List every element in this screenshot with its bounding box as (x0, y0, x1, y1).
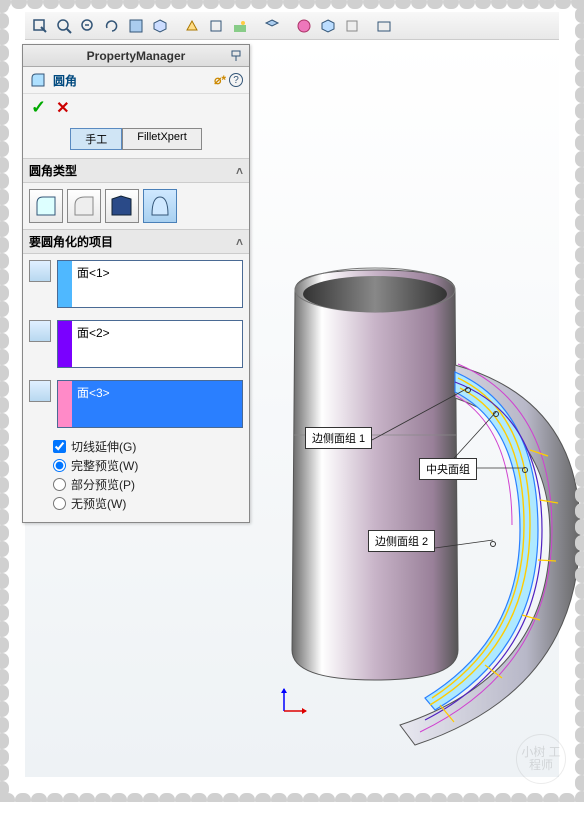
opt-none-label: 无预览(W) (71, 495, 126, 512)
type-constant-icon[interactable] (29, 189, 63, 223)
property-manager-panel: PropertyManager 圆角 ⌀* ? ✓ ✕ 手工 FilletXpe… (22, 44, 250, 523)
ok-button[interactable]: ✓ (31, 97, 46, 118)
section-items-label: 要圆角化的项目 (29, 233, 113, 250)
face-set-2-icon[interactable] (29, 320, 51, 342)
tab-manual[interactable]: 手工 (70, 128, 122, 150)
help-hint-icon[interactable]: ⌀* (214, 73, 226, 87)
callout-side2[interactable]: 边侧面组 2 (368, 530, 435, 552)
hide-show-icon[interactable] (261, 15, 283, 37)
display-style2-icon[interactable] (205, 15, 227, 37)
opt-none[interactable]: 无预览(W) (53, 495, 243, 512)
apply-scene-icon[interactable] (317, 15, 339, 37)
chevron-up-icon: ˄ (236, 164, 243, 178)
opt-tangent-checkbox[interactable] (53, 440, 66, 453)
watermark: 小树 工程师 (516, 734, 566, 784)
opt-none-radio[interactable] (53, 497, 66, 510)
model-mug (280, 260, 584, 760)
section-fillet-type-label: 圆角类型 (29, 162, 77, 179)
face-set-3-list[interactable]: 面<3> (57, 380, 243, 428)
section-items[interactable]: 要圆角化的项目 ˄ (23, 229, 249, 254)
opt-partial[interactable]: 部分预览(P) (53, 476, 243, 493)
help-icon[interactable]: ? (229, 73, 243, 87)
callout-side1[interactable]: 边侧面组 1 (305, 427, 372, 449)
face-set-1-icon[interactable] (29, 260, 51, 282)
opt-tangent[interactable]: 切线延伸(G) (53, 438, 243, 455)
section-icon[interactable] (125, 15, 147, 37)
origin-triad-icon (280, 685, 310, 715)
setting-icon[interactable] (341, 15, 363, 37)
zoom-fit-icon[interactable] (29, 15, 51, 37)
opt-partial-radio[interactable] (53, 478, 66, 491)
prev-view-icon[interactable] (77, 15, 99, 37)
opt-full[interactable]: 完整预览(W) (53, 457, 243, 474)
fillet-icon (29, 71, 47, 89)
scene-icon[interactable] (229, 15, 251, 37)
tab-filletxpert[interactable]: FilletXpert (122, 128, 202, 150)
face-set-2-list[interactable]: 面<2> (57, 320, 243, 368)
pin-icon[interactable] (227, 47, 245, 65)
type-fullround-icon[interactable] (143, 189, 177, 223)
display-style-icon[interactable] (181, 15, 203, 37)
pm-title: PropertyManager (87, 49, 186, 63)
type-variable-icon[interactable] (67, 189, 101, 223)
face1-value: 面<1> (72, 261, 242, 307)
callout-center[interactable]: 中央面组 (419, 458, 477, 480)
face-set-3-icon[interactable] (29, 380, 51, 402)
opt-full-radio[interactable] (53, 459, 66, 472)
chevron-up-icon: ˄ (236, 235, 243, 249)
opt-tangent-label: 切线延伸(G) (71, 438, 136, 455)
render-icon[interactable] (373, 15, 395, 37)
face3-value: 面<3> (72, 381, 242, 427)
command-name: 圆角 (53, 72, 208, 89)
opt-partial-label: 部分预览(P) (71, 476, 135, 493)
opt-full-label: 完整预览(W) (71, 457, 138, 474)
face2-value: 面<2> (72, 321, 242, 367)
type-face-icon[interactable] (105, 189, 139, 223)
rotate-icon[interactable] (101, 15, 123, 37)
section-fillet-type[interactable]: 圆角类型 ˄ (23, 158, 249, 183)
view-toolbar (25, 12, 559, 40)
cancel-button[interactable]: ✕ (56, 98, 69, 118)
view-orient-icon[interactable] (149, 15, 171, 37)
face-set-1-list[interactable]: 面<1> (57, 260, 243, 308)
zoom-area-icon[interactable] (53, 15, 75, 37)
pm-header: PropertyManager (23, 45, 249, 67)
appearance-icon[interactable] (293, 15, 315, 37)
